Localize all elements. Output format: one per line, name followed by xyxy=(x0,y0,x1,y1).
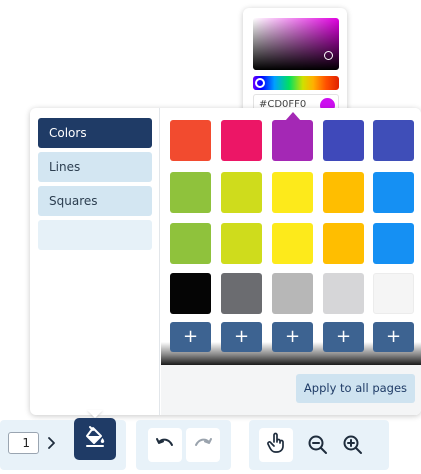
apply-to-all-pages-button[interactable]: Apply to all pages xyxy=(296,374,415,403)
color-swatch[interactable] xyxy=(373,273,414,314)
sidebar-item-squares[interactable]: Squares xyxy=(38,186,152,216)
sidebar-item-lines[interactable]: Lines xyxy=(38,152,152,182)
selected-swatch-indicator xyxy=(285,112,301,121)
color-swatch[interactable] xyxy=(170,120,211,161)
zoom-out-button[interactable] xyxy=(307,434,329,456)
touch-pointer-icon xyxy=(266,432,286,458)
hue-slider-handle[interactable] xyxy=(255,78,265,88)
saturation-handle[interactable] xyxy=(324,51,333,60)
color-swatch[interactable] xyxy=(272,273,313,314)
redo-button[interactable] xyxy=(186,428,220,462)
touch-mode-button[interactable] xyxy=(259,428,293,462)
color-swatch[interactable] xyxy=(323,172,364,213)
undo-icon xyxy=(155,436,175,455)
color-swatch[interactable] xyxy=(373,223,414,264)
panel-footer: Apply to all pages xyxy=(161,365,421,415)
fill-options-panel: Colors Lines Squares + + + + + Apply to all … xyxy=(30,108,421,415)
color-swatch[interactable] xyxy=(323,120,364,161)
panel-pointer xyxy=(87,410,103,418)
fill-button[interactable] xyxy=(74,418,116,460)
color-swatch[interactable] xyxy=(272,172,313,213)
view-tools-group xyxy=(249,420,389,470)
color-swatch[interactable] xyxy=(272,112,313,161)
color-swatch[interactable] xyxy=(221,273,262,314)
color-swatch[interactable] xyxy=(221,223,262,264)
zoom-in-icon xyxy=(342,435,364,460)
category-sidebar: Colors Lines Squares xyxy=(30,108,160,415)
history-group xyxy=(136,420,231,470)
color-swatch[interactable] xyxy=(221,120,262,161)
zoom-in-button[interactable] xyxy=(342,434,364,456)
color-swatch[interactable] xyxy=(323,273,364,314)
add-color-button[interactable]: + xyxy=(323,322,364,352)
color-swatch[interactable] xyxy=(170,172,211,213)
paint-bucket-icon xyxy=(83,425,107,453)
color-swatch[interactable] xyxy=(170,273,211,314)
color-swatch[interactable] xyxy=(221,172,262,213)
redo-icon xyxy=(193,436,213,455)
add-color-button[interactable]: + xyxy=(170,322,211,352)
add-color-button[interactable]: + xyxy=(272,322,313,352)
undo-button[interactable] xyxy=(148,428,182,462)
add-color-button[interactable]: + xyxy=(221,322,262,352)
chevron-right-icon[interactable] xyxy=(42,432,60,454)
add-color-button[interactable]: + xyxy=(373,322,414,352)
sidebar-item-empty[interactable] xyxy=(38,220,152,250)
color-swatch[interactable] xyxy=(272,223,313,264)
color-picker-popover: #CD0FF0 xyxy=(243,8,347,118)
color-swatch[interactable] xyxy=(373,120,414,161)
hue-slider[interactable] xyxy=(253,76,339,90)
page-number-input[interactable]: 1 xyxy=(8,432,39,454)
saturation-brightness-area[interactable] xyxy=(253,18,339,70)
sidebar-item-colors[interactable]: Colors xyxy=(38,118,152,148)
zoom-out-icon xyxy=(307,435,329,460)
color-swatch[interactable] xyxy=(170,223,211,264)
color-swatch[interactable] xyxy=(373,172,414,213)
color-swatch-grid: + + + + + Apply to all pages xyxy=(161,108,421,415)
color-swatch[interactable] xyxy=(323,223,364,264)
